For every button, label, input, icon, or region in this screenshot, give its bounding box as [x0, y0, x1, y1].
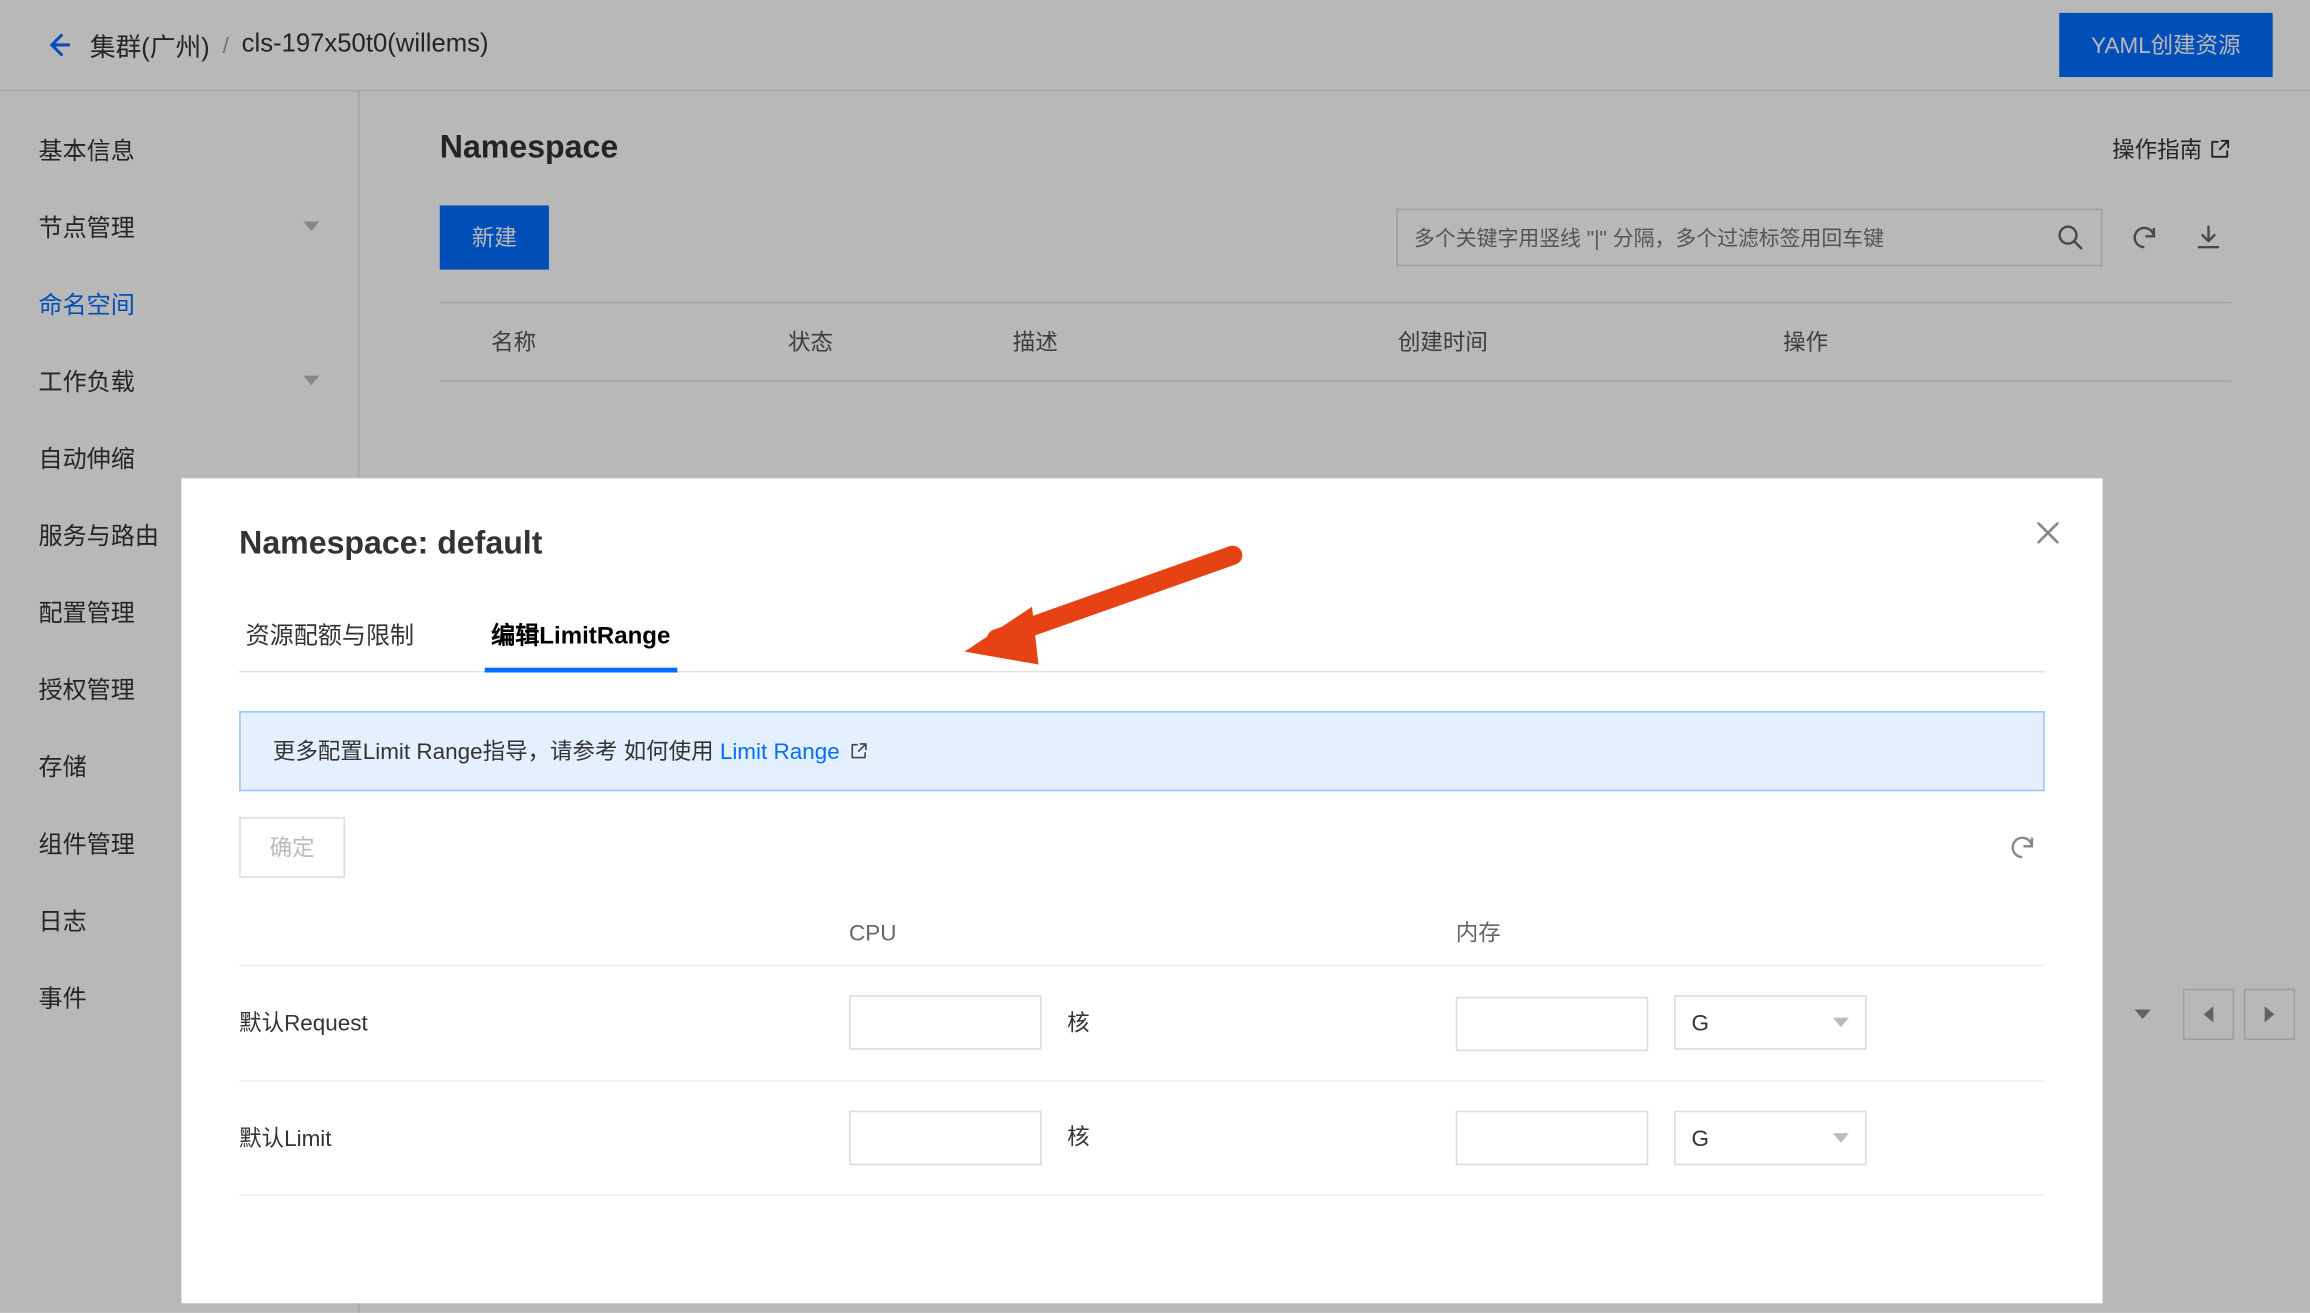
tab-limitrange[interactable]: 编辑LimitRange [485, 602, 677, 673]
request-mem-unit-select[interactable]: G [1674, 995, 1867, 1050]
row-default-limit-label: 默认Limit [239, 1080, 849, 1195]
limit-mem-unit-select[interactable]: G [1674, 1110, 1867, 1165]
col-memory: 内存 [1456, 900, 2045, 965]
external-link-icon [849, 742, 868, 761]
chevron-down-icon [1833, 1018, 1849, 1028]
unit-core: 核 [1067, 1009, 1089, 1035]
limit-mem-input[interactable] [1456, 1111, 1649, 1166]
info-link-text: Limit Range [720, 738, 840, 764]
info-banner: 更多配置Limit Range指导，请参考 如何使用 Limit Range [239, 711, 2045, 791]
chevron-down-icon [1833, 1132, 1849, 1142]
limit-range-doc-link[interactable]: Limit Range [720, 738, 869, 764]
col-cpu: CPU [849, 900, 1456, 965]
close-icon [2032, 517, 2064, 549]
confirm-button[interactable]: 确定 [239, 817, 345, 878]
tab-quota[interactable]: 资源配额与限制 [239, 602, 420, 671]
limit-cpu-input[interactable] [849, 1110, 1042, 1165]
limitrange-modal: Namespace: default 资源配额与限制 编辑LimitRange … [181, 478, 2102, 1303]
modal-tabs: 资源配额与限制 编辑LimitRange [239, 602, 2045, 673]
mem-unit-value: G [1691, 1010, 1708, 1036]
refresh-icon [2008, 833, 2037, 862]
modal-title: Namespace: default [239, 526, 2045, 563]
request-cpu-input[interactable] [849, 996, 1042, 1051]
row-default-request-label: 默认Request [239, 965, 849, 1080]
mem-unit-value: G [1691, 1124, 1708, 1150]
info-text: 更多配置Limit Range指导，请参考 如何使用 [273, 738, 714, 764]
unit-core: 核 [1067, 1124, 1089, 1150]
limitrange-table: CPU 内存 默认Request 核 G 默认Limit [239, 900, 2045, 1195]
close-button[interactable] [2032, 517, 2064, 549]
request-mem-input[interactable] [1456, 996, 1649, 1051]
modal-refresh-button[interactable] [2000, 825, 2045, 870]
